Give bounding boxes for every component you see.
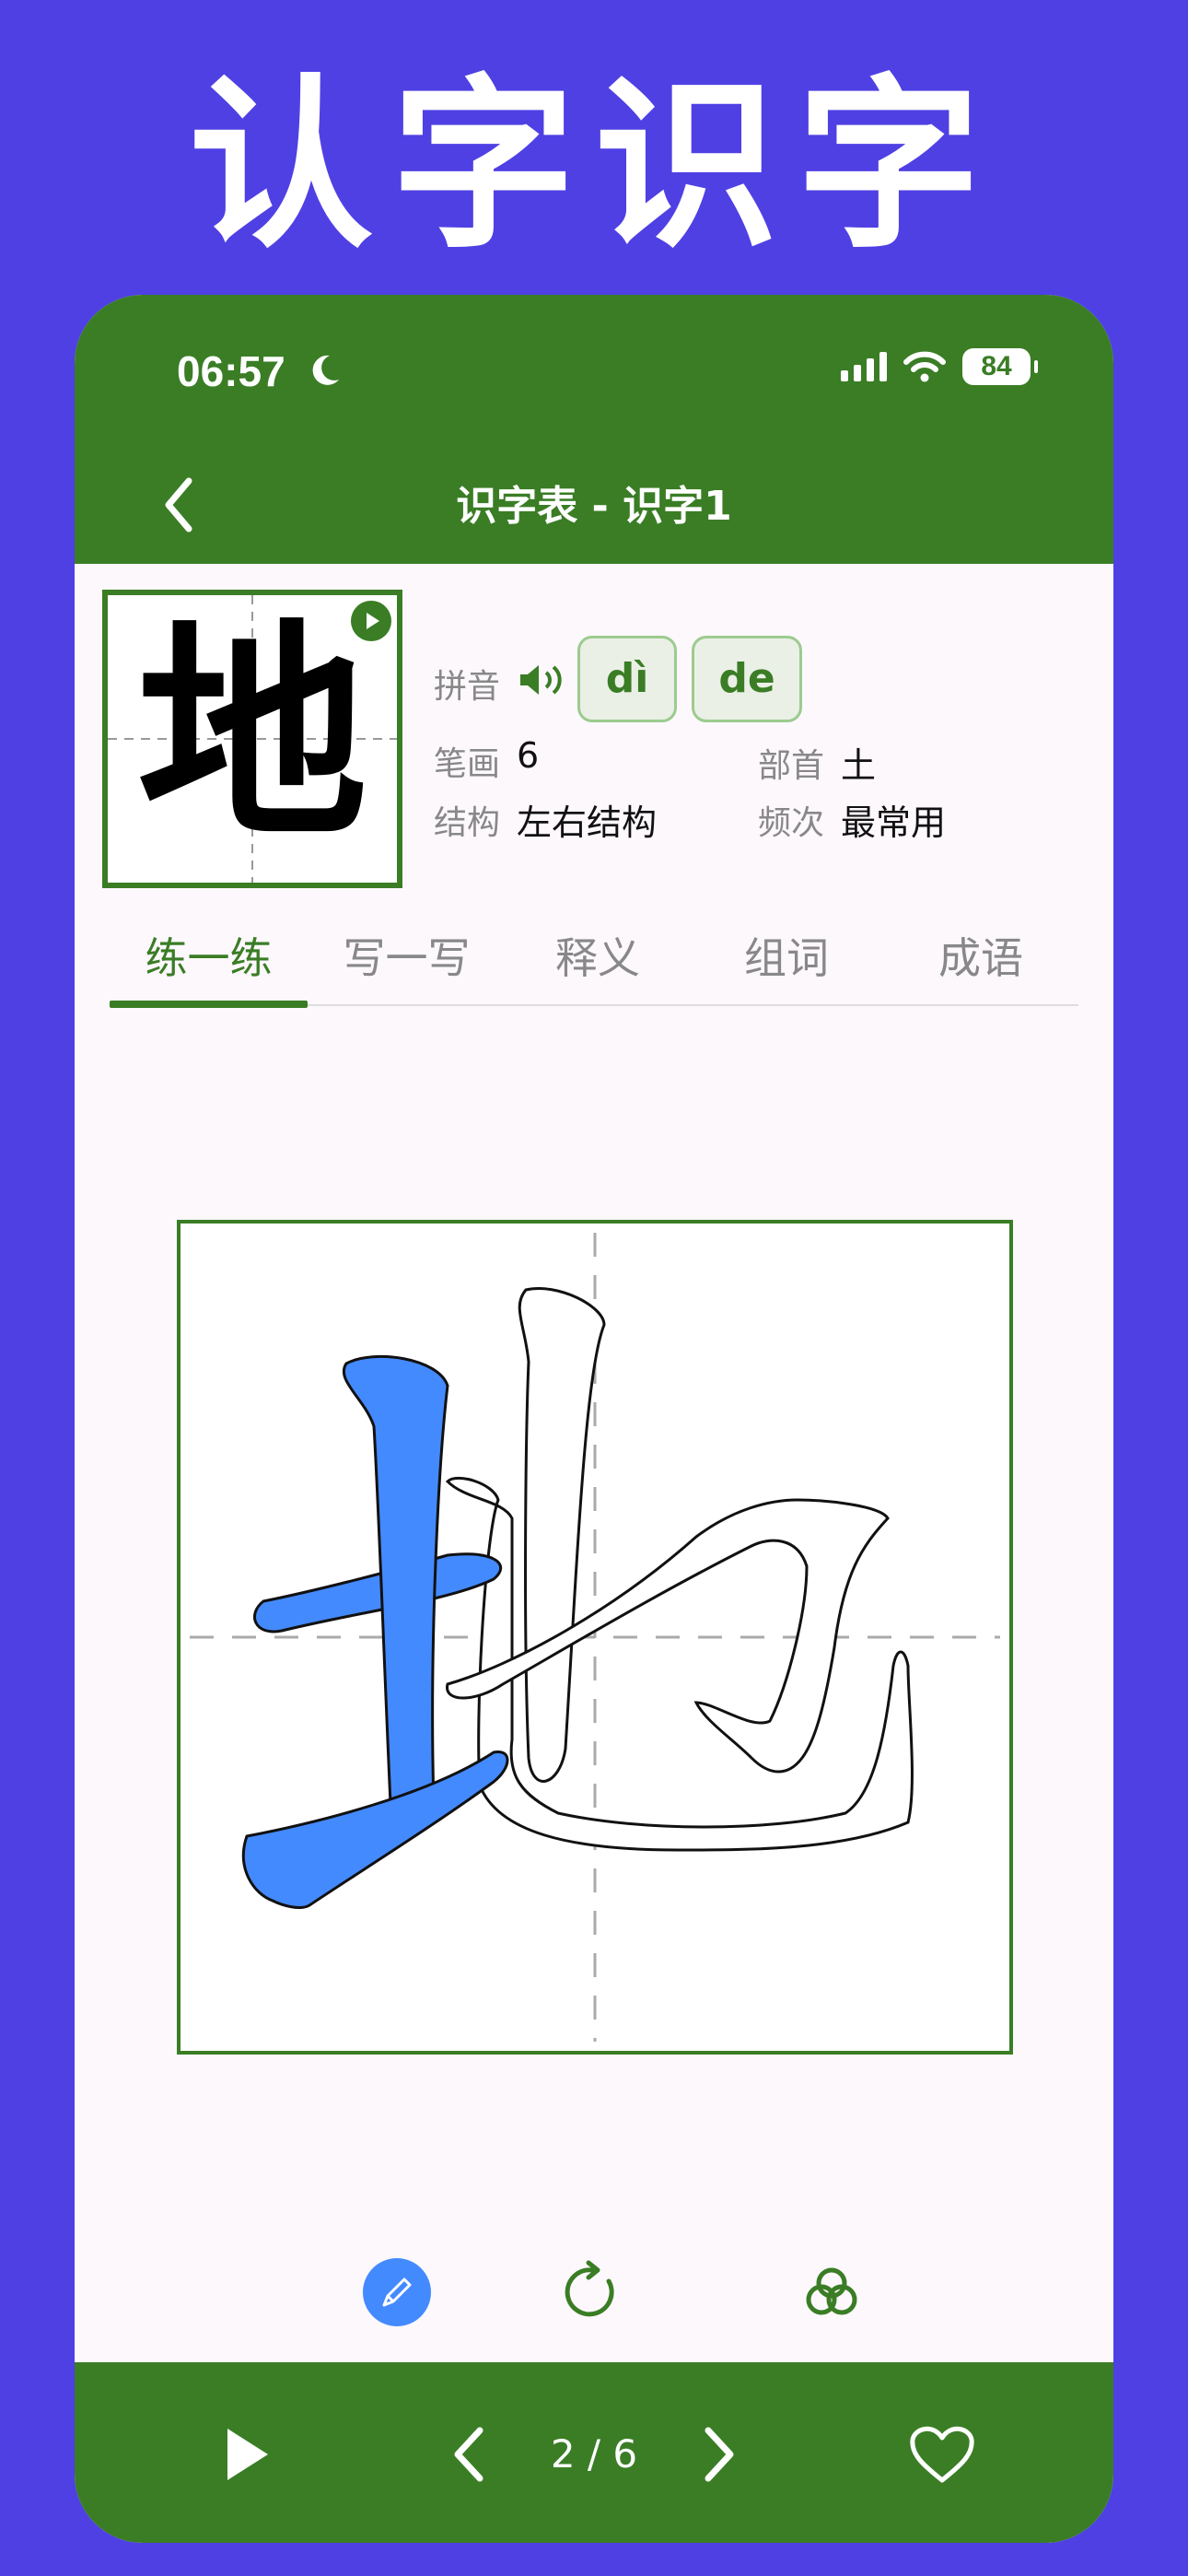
frequency-label: 频次 xyxy=(758,804,825,842)
reset-icon[interactable] xyxy=(559,2257,629,2327)
app-screen: 06:57 84 识字表 - 识字1 地 拼音 dì de 笔画 6 部首 土 … xyxy=(75,295,1113,2543)
speaker-icon[interactable] xyxy=(517,662,566,698)
stroke-outline xyxy=(518,1287,606,1783)
character-glyph: 地 xyxy=(137,598,367,869)
status-icons: 84 xyxy=(841,348,1038,385)
structure-value: 左右结构 xyxy=(517,802,658,843)
status-time: 06:57 xyxy=(177,347,285,395)
pinyin-di-button[interactable]: dì xyxy=(577,636,677,722)
tab-write[interactable]: 写一写 xyxy=(308,921,506,1006)
highlighted-stroke xyxy=(253,1552,503,1633)
strokes-label: 笔画 xyxy=(434,745,501,783)
frequency-value: 最常用 xyxy=(841,802,947,843)
signal-icon xyxy=(841,352,887,381)
top-bar: 06:57 84 识字表 - 识字1 xyxy=(75,295,1113,564)
tab-words[interactable]: 组词 xyxy=(690,921,883,1006)
stroke-practice-canvas[interactable] xyxy=(177,1220,1013,2055)
page-title: 识字表 - 识字1 xyxy=(456,483,732,530)
tab-indicator xyxy=(110,1001,308,1008)
tab-practice[interactable]: 练一练 xyxy=(110,921,308,1006)
pinyin-label: 拼音 xyxy=(434,668,501,706)
pencil-icon[interactable] xyxy=(362,2257,432,2327)
wifi-icon xyxy=(903,351,946,382)
highlighted-stroke xyxy=(241,1751,509,1909)
strokes-value: 6 xyxy=(517,735,540,776)
banner-title: 认字识字 xyxy=(188,57,999,274)
overlay-icon[interactable] xyxy=(797,2257,867,2327)
pinyin-de-button[interactable]: de xyxy=(692,636,802,722)
favorite-heart-icon[interactable] xyxy=(905,2418,979,2491)
stroke-drawing xyxy=(190,1233,1000,2042)
tab-bar: 练一练 写一写 释义 组词 成语 xyxy=(110,921,1078,1008)
tab-meaning[interactable]: 释义 xyxy=(506,921,690,1006)
next-icon[interactable] xyxy=(682,2418,756,2491)
play-animation-icon[interactable] xyxy=(351,601,391,641)
tab-idioms[interactable]: 成语 xyxy=(883,921,1078,1006)
structure-label: 结构 xyxy=(434,804,501,842)
radical-label: 部首 xyxy=(758,747,825,785)
moon-icon xyxy=(312,355,339,385)
radical-value: 土 xyxy=(841,745,877,786)
character-card[interactable]: 地 xyxy=(102,590,402,888)
battery-indicator: 84 xyxy=(962,348,1038,385)
